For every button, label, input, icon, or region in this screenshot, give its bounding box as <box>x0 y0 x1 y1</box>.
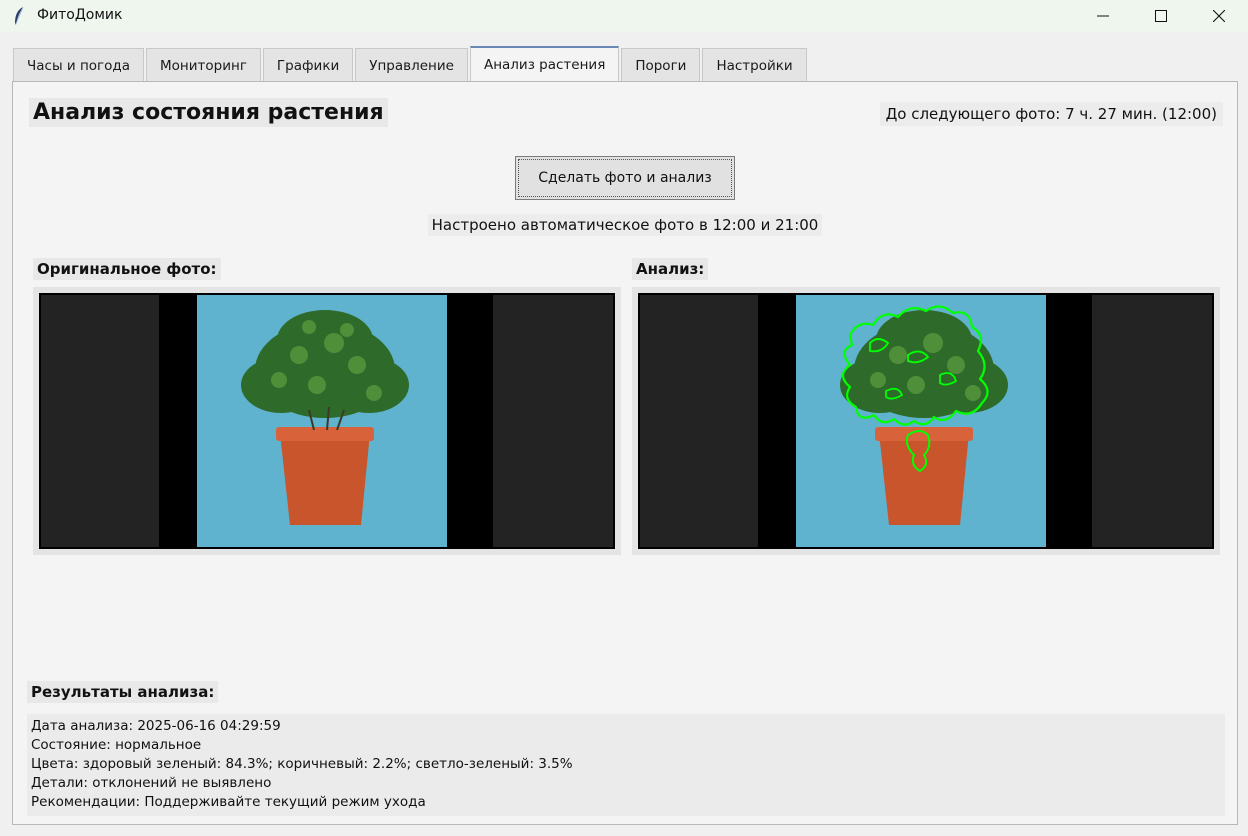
close-icon <box>1213 10 1225 22</box>
result-details: Детали: отклонений не выявлено <box>31 775 272 791</box>
result-date: Дата анализа: 2025-06-16 04:29:59 <box>31 718 281 734</box>
tab-thresholds[interactable]: Пороги <box>621 48 701 82</box>
tab-charts[interactable]: Графики <box>262 48 354 82</box>
capture-analyze-button[interactable]: Сделать фото и анализ <box>515 156 735 200</box>
original-photo-label: Оригинальное фото: <box>33 258 221 280</box>
schedule-note: Настроено автоматическое фото в 12:00 и … <box>427 214 823 236</box>
results-label: Результаты анализа: <box>27 681 219 703</box>
original-photo <box>39 293 615 549</box>
plant-photo-image <box>159 295 493 547</box>
page-title: Анализ состояния растения <box>29 98 388 127</box>
title-bar: ФитоДомик <box>0 0 1248 32</box>
tab-control[interactable]: Управление <box>355 48 468 82</box>
close-button[interactable] <box>1190 0 1248 32</box>
minimize-icon <box>1097 15 1109 17</box>
maximize-button[interactable] <box>1132 0 1190 32</box>
tab-plant-analysis[interactable]: Анализ растения <box>469 46 620 82</box>
tab-bar: Часы и погода Мониторинг Графики Управле… <box>13 46 809 82</box>
tab-clock-weather[interactable]: Часы и погода <box>13 48 145 82</box>
feather-icon <box>15 6 24 25</box>
window-title: ФитоДомик <box>37 7 123 23</box>
result-colors: Цвета: здоровый зеленый: 84.3%; коричнев… <box>31 756 573 772</box>
analysis-panel: Анализ состояния растения До следующего … <box>12 81 1238 825</box>
schedule-note-row: Настроено автоматическое фото в 12:00 и … <box>13 214 1237 236</box>
analysis-photo-label: Анализ: <box>632 258 709 280</box>
analysis-photo <box>638 293 1214 549</box>
maximize-icon <box>1155 10 1167 22</box>
tab-settings[interactable]: Настройки <box>702 48 807 82</box>
next-photo-countdown: До следующего фото: 7 ч. 27 мин. (12:00) <box>879 102 1223 126</box>
original-photo-frame <box>33 287 621 555</box>
tab-monitoring[interactable]: Мониторинг <box>146 48 261 82</box>
results-box: Дата анализа: 2025-06-16 04:29:59 Состоя… <box>27 714 1225 816</box>
plant-analysis-image <box>758 295 1092 547</box>
analysis-photo-frame <box>632 287 1220 555</box>
minimize-button[interactable] <box>1074 0 1132 32</box>
result-status: Состояние: нормальное <box>31 737 202 753</box>
result-recommendations: Рекомендации: Поддерживайте текущий режи… <box>31 794 426 810</box>
